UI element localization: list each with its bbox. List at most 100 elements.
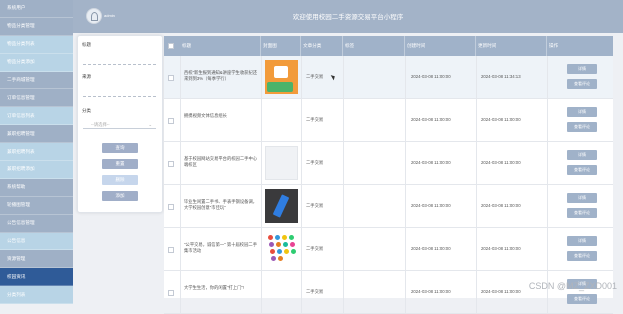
column-divider <box>343 142 344 184</box>
source-input[interactable] <box>83 88 156 97</box>
column-divider <box>301 56 302 98</box>
sidebar-item[interactable]: 兼职招聘管理 <box>0 125 73 144</box>
sidebar-item[interactable]: 订单信息管理 <box>0 89 73 108</box>
filter-panel: 标题 来源 分类 --请选择-- ⌄ 查询 重置 删除 添加 <box>77 35 163 213</box>
column-divider <box>343 99 344 141</box>
search-button[interactable]: 查询 <box>102 143 138 153</box>
column-divider <box>261 142 262 184</box>
row-checkbox[interactable] <box>168 161 174 167</box>
column-divider <box>343 185 344 227</box>
row-title[interactable]: 基于校园网站交易平台的校园二手中心端校区 <box>184 156 258 168</box>
row-category: 二手交易 <box>306 289 324 294</box>
select-all-checkbox[interactable] <box>168 43 174 49</box>
cover-dot <box>291 249 296 254</box>
reset-button[interactable]: 重置 <box>102 159 138 169</box>
column-divider <box>301 185 302 227</box>
comments-button[interactable]: 查看评论 <box>567 79 597 89</box>
header-actions: 操作 <box>549 43 559 48</box>
detail-button[interactable]: 详情 <box>567 150 597 160</box>
cover-dot <box>269 242 274 247</box>
sidebar-item[interactable]: 兼职招聘添加 <box>0 161 73 179</box>
header-category: 文章分类 <box>301 36 343 56</box>
column-divider <box>547 56 548 98</box>
sidebar-item[interactable]: 公告信息 <box>0 232 73 251</box>
column-divider <box>405 142 406 184</box>
sidebar-item[interactable]: 轮播图管理 <box>0 197 73 215</box>
sidebar-item[interactable]: 系统用户 <box>0 0 73 18</box>
row-created: 2024-03-08 11:00:00 <box>411 117 451 122</box>
column-divider <box>476 142 477 184</box>
header-updated: 更新时间 <box>476 36 547 56</box>
cover-graphic <box>272 194 290 218</box>
row-checkbox[interactable] <box>168 204 174 210</box>
row-checkbox[interactable] <box>168 290 174 296</box>
table-row: 基于校园网站交易平台的校园二手中心端校区 二手交易 2024-03-08 11:00… <box>164 142 613 185</box>
detail-button[interactable]: 详情 <box>567 64 597 74</box>
table-header: 标题 封面图 文章分类 标签 创建时间 更新时间 操作 <box>164 36 613 56</box>
sidebar-item[interactable]: 资源管理 <box>0 250 73 269</box>
page-title: 欢迎使用校园二手资源交易平台小程序 <box>292 14 404 21</box>
table-row: "公平交易，诚信第一" 第十届校园二手集市活动 二手交易 2024-03-08 11… <box>164 228 613 271</box>
column-divider <box>405 56 406 98</box>
row-updated: 2024-03-08 11:00:00 <box>481 203 521 208</box>
column-divider <box>301 228 302 270</box>
column-divider <box>261 185 262 227</box>
table-row: 西校“新生报到通知&讲座学生收获纪还来到到3%（每季学行） 二手交易 2024-03… <box>164 56 613 99</box>
detail-button[interactable]: 详情 <box>567 193 597 203</box>
sidebar: 系统用户 物品分类管理 物品分类列表 物品分类添加 二手商城管理 订单信息管理 订单信息列表… <box>0 0 73 305</box>
sidebar-item[interactable]: 校园资讯 <box>0 268 73 287</box>
row-created: 2024-03-08 11:00:00 <box>411 289 451 294</box>
column-divider <box>547 99 548 141</box>
detail-button[interactable]: 详情 <box>567 236 597 246</box>
table-row: 大学生生活，你的闲置"打上门"! 二手交易 2024-03-08 11:00:00 2… <box>164 271 613 314</box>
row-category: 二手交易 <box>306 203 324 208</box>
column-divider <box>180 185 181 227</box>
sidebar-item[interactable]: 系统帮助 <box>0 179 73 197</box>
cover-dot <box>282 235 287 240</box>
delete-button[interactable]: 删除 <box>102 175 138 185</box>
cover-dot <box>275 235 280 240</box>
header-title: 标题 <box>180 36 261 56</box>
category-select[interactable]: --请选择-- ⌄ <box>83 120 156 129</box>
sidebar-item[interactable]: 订单信息列表 <box>0 107 73 126</box>
row-title[interactable]: "公平交易，诚信第一" 第十届校园二手集市活动 <box>184 242 258 254</box>
cover-graphic <box>267 82 293 92</box>
column-divider <box>261 271 262 313</box>
column-divider <box>301 271 302 313</box>
column-divider <box>476 228 477 270</box>
row-created: 2024-03-08 11:00:00 <box>411 74 451 79</box>
sidebar-item[interactable]: 公告信息管理 <box>0 215 73 233</box>
comments-button[interactable]: 查看评论 <box>567 294 597 304</box>
row-checkbox[interactable] <box>168 118 174 124</box>
top-header: admin 欢迎使用校园二手资源交易平台小程序 <box>73 0 623 33</box>
cover-dot <box>289 235 294 240</box>
row-checkbox[interactable] <box>168 75 174 81</box>
comments-button[interactable]: 查看评论 <box>567 165 597 175</box>
watermark: CSDN @MZ_ZXD001 <box>528 281 617 291</box>
comments-button[interactable]: 查看评论 <box>567 122 597 132</box>
detail-button[interactable]: 详情 <box>567 107 597 117</box>
sidebar-item[interactable]: 物品分类列表 <box>0 35 73 54</box>
row-title[interactable]: 拥携视频文体信息组长 <box>184 113 258 119</box>
row-title[interactable]: 毕业生闲置二手书、手表手钢设备调，大学校园创意"市佳玩" <box>184 199 258 211</box>
row-title[interactable]: 大学生生活，你的闲置"打上门"! <box>184 285 258 291</box>
comments-button[interactable]: 查看评论 <box>567 251 597 261</box>
sidebar-item[interactable]: 分类列表 <box>0 286 73 305</box>
comments-button[interactable]: 查看评论 <box>567 208 597 218</box>
column-divider <box>180 271 181 313</box>
cover-dot <box>284 249 289 254</box>
row-title[interactable]: 西校“新生报到通知&讲座学生收获纪还来到到3%（每季学行） <box>184 70 258 82</box>
row-created: 2024-03-08 11:00:00 <box>411 160 451 165</box>
title-input[interactable] <box>83 56 156 65</box>
column-divider <box>261 56 262 98</box>
cover-dot <box>268 235 273 240</box>
column-divider <box>476 56 477 98</box>
sidebar-item[interactable]: 兼职招聘列表 <box>0 143 73 162</box>
cover-dot <box>278 256 283 261</box>
sidebar-item[interactable]: 物品分类添加 <box>0 53 73 72</box>
sidebar-item[interactable]: 二手商城管理 <box>0 72 73 90</box>
row-checkbox[interactable] <box>168 247 174 253</box>
column-divider <box>180 142 181 184</box>
add-button[interactable]: 添加 <box>102 191 138 201</box>
sidebar-item[interactable]: 物品分类管理 <box>0 18 73 36</box>
